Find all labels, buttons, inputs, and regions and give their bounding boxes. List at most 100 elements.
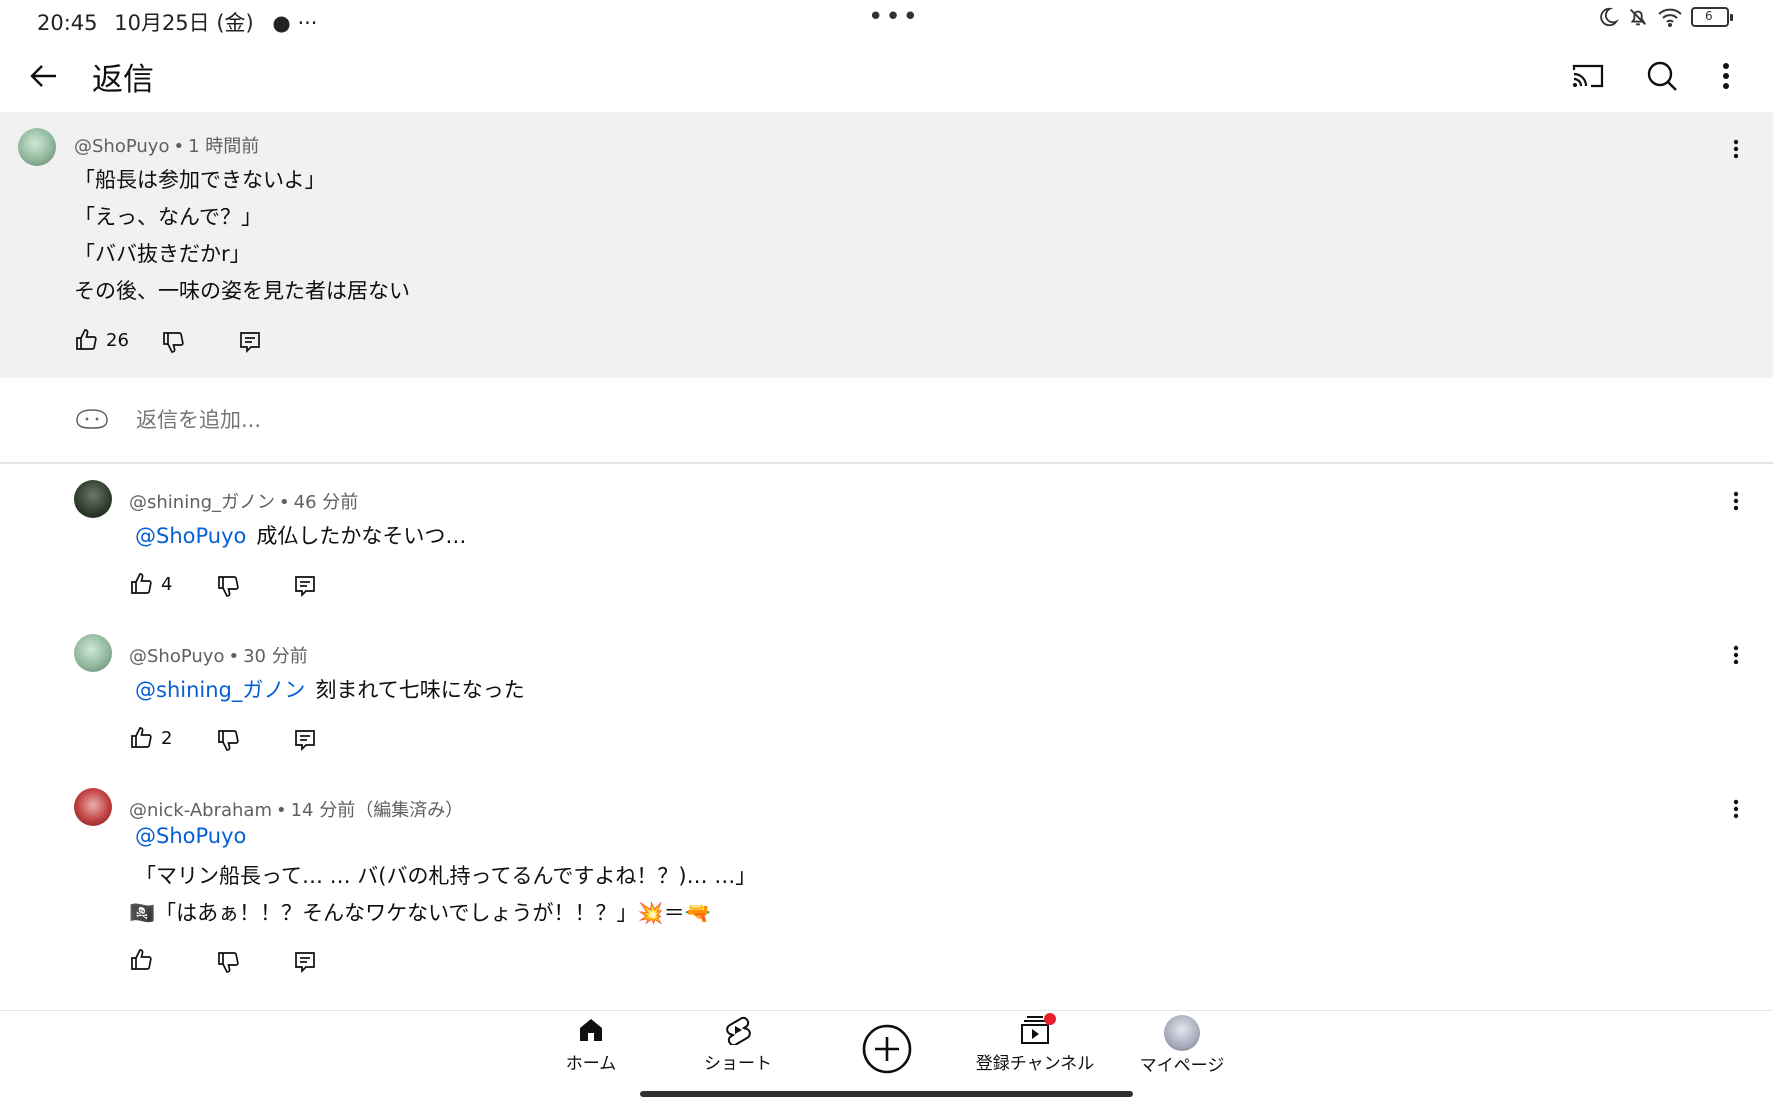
page-title: 返信	[92, 62, 154, 98]
home-icon	[580, 1019, 602, 1041]
thumb-down-icon	[218, 952, 239, 973]
like-button[interactable]: 4	[129, 572, 172, 596]
comment-time: 30 分前	[243, 646, 308, 667]
nav-create[interactable]	[860, 1023, 914, 1075]
avatar	[1164, 1015, 1200, 1051]
reply-item: @shining_ガノン • 46 分前 @ShoPuyo 成仏したかなそいつ… 4	[0, 480, 1773, 630]
nav-home[interactable]: ホーム	[560, 1015, 622, 1074]
more-vert-icon	[1723, 63, 1729, 89]
dislike-button[interactable]	[214, 572, 242, 600]
like-button[interactable]: 2	[129, 726, 172, 750]
thumb-down-icon	[218, 730, 239, 751]
like-count: 26	[106, 329, 129, 351]
nav-label: 登録チャンネル	[975, 1054, 1095, 1074]
create-plus-icon	[862, 1024, 912, 1074]
comment-meta: @shining_ガノン • 46 分前	[129, 492, 359, 513]
status-bar: 20:45 10月25日 (金) ● ··· ••• 6	[0, 0, 1773, 38]
avatar[interactable]	[18, 128, 56, 166]
comment-meta: @nick-Abraham • 14 分前（編集済み）	[129, 800, 464, 821]
comment-text-line: その後、一味の姿を見た者は居ない	[74, 279, 410, 303]
more-vert-icon	[1733, 491, 1739, 511]
search-icon	[1647, 61, 1677, 91]
home-indicator[interactable]	[640, 1091, 1133, 1097]
status-icons: 6	[1597, 6, 1733, 28]
comment-more-button[interactable]	[1721, 640, 1751, 670]
dislike-button[interactable]	[159, 328, 187, 356]
dislike-button[interactable]	[214, 948, 242, 976]
avatar[interactable]	[74, 480, 112, 518]
mention-link[interactable]: @ShoPuyo	[135, 824, 246, 848]
multitask-dots[interactable]: •••	[868, 2, 920, 32]
shorts-icon	[726, 1016, 751, 1045]
reply-item: @nick-Abraham • 14 分前（編集済み） @ShoPuyo 「マリン船…	[0, 788, 1773, 988]
subscriptions-icon	[1018, 1013, 1056, 1045]
emoji-face-icon[interactable]	[74, 406, 110, 434]
comment-time: 1 時間前	[188, 136, 260, 157]
comment-text-line: 「ババ抜きだかr」	[74, 242, 251, 266]
cast-icon	[1572, 64, 1604, 88]
clock-time: 20:45	[37, 11, 98, 35]
avatar[interactable]	[74, 634, 112, 672]
comment-author[interactable]: @ShoPuyo	[129, 646, 224, 667]
more-options-button[interactable]	[1704, 54, 1748, 98]
thumb-up-icon	[131, 727, 152, 748]
more-vert-icon	[1733, 139, 1739, 159]
comment-time: 46 分前	[293, 492, 359, 513]
nav-shorts[interactable]: ショート	[695, 1015, 781, 1074]
search-button[interactable]	[1640, 54, 1684, 98]
comment-icon	[295, 730, 315, 752]
clock-date: 10月25日 (金)	[114, 11, 254, 35]
mention-link[interactable]: @ShoPuyo	[135, 524, 246, 548]
more-notifications-indicator: ···	[297, 11, 318, 35]
nav-mypage[interactable]: マイページ	[1136, 1015, 1228, 1076]
like-button[interactable]	[129, 948, 161, 972]
thumb-down-icon	[218, 576, 239, 597]
nav-label: マイページ	[1139, 1056, 1225, 1076]
add-reply-bar	[0, 378, 1773, 464]
reply-button[interactable]	[291, 572, 319, 600]
comment-more-button[interactable]	[1721, 794, 1751, 824]
comment-text-line: 「マリン船長って… … バ(バの札持ってるんですよね！？)… …」	[135, 864, 757, 888]
comment-text-line: 🏴‍☠️「はあぁ！！？そんなワケないでしょうが！！？」💥＝🔫	[129, 901, 711, 925]
comment-time: 14 分前（編集済み）	[290, 800, 464, 821]
comment-icon	[295, 952, 315, 974]
like-count: 4	[161, 573, 173, 595]
reply-button[interactable]	[236, 328, 264, 356]
dislike-button[interactable]	[214, 726, 242, 754]
add-reply-input[interactable]	[136, 408, 736, 432]
comment-meta: @ShoPuyo • 30 分前	[129, 646, 308, 667]
comment-author[interactable]: @ShoPuyo	[74, 136, 169, 157]
comment-text-line: @shining_ガノン 刻まれて七味になった	[135, 674, 525, 704]
like-button[interactable]: 26	[74, 328, 129, 352]
reply-button[interactable]	[291, 948, 319, 976]
comment-text: 成仏したかなそいつ…	[256, 524, 467, 548]
comment-icon	[240, 332, 260, 354]
notification-app-icon: ●	[272, 11, 291, 35]
comment-text: 刻まれて七味になった	[315, 678, 525, 702]
app-bar: 返信	[0, 38, 1773, 112]
nav-label: ホーム	[565, 1054, 617, 1074]
wifi-icon	[1657, 6, 1683, 28]
bell-off-icon	[1627, 6, 1649, 28]
comment-text-line: 「えっ、なんで？」	[74, 205, 262, 229]
parent-comment: @ShoPuyo • 1 時間前 「船長は参加できないよ」 「えっ、なんで？」 「バ…	[0, 112, 1773, 378]
comment-text-line: @ShoPuyo	[135, 824, 256, 848]
reply-button[interactable]	[291, 726, 319, 754]
mention-link[interactable]: @shining_ガノン	[135, 678, 305, 702]
more-vert-icon	[1733, 799, 1739, 819]
nav-subscriptions[interactable]: 登録チャンネル	[968, 1013, 1102, 1074]
back-button[interactable]	[22, 54, 66, 98]
comment-author[interactable]: @nick-Abraham	[129, 800, 272, 821]
cast-button[interactable]	[1566, 54, 1610, 98]
comment-more-button[interactable]	[1721, 486, 1751, 516]
moon-icon	[1597, 6, 1619, 28]
thumb-down-icon	[163, 332, 184, 353]
avatar[interactable]	[74, 788, 112, 826]
thumb-up-icon	[76, 329, 97, 350]
like-count: 2	[161, 727, 173, 749]
comment-text-line: @ShoPuyo 成仏したかなそいつ…	[135, 520, 466, 550]
comment-author[interactable]: @shining_ガノン	[129, 492, 275, 513]
comment-more-button[interactable]	[1721, 134, 1751, 164]
comment-text-line: 「船長は参加できないよ」	[74, 168, 326, 192]
thumb-up-icon	[131, 573, 152, 594]
